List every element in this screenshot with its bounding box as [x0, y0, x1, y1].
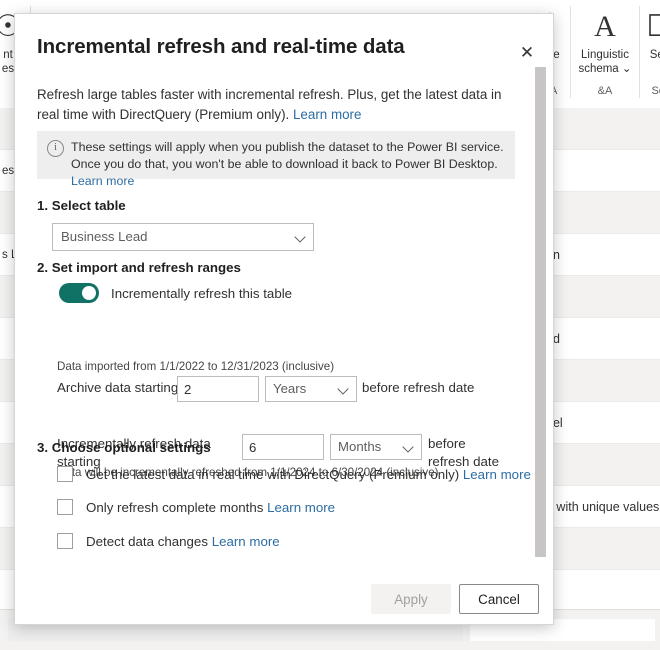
intro-learn-more-link[interactable]: Learn more — [293, 107, 361, 122]
archive-unit-dropdown[interactable]: Years — [265, 376, 357, 402]
archive-range-hint: Data imported from 1/1/2022 to 12/31/202… — [57, 360, 334, 373]
ribbon-group-sensitivity[interactable]: ☐ Sen Ser — [640, 6, 660, 98]
option-label-directquery: Get the latest data in real time with Di… — [86, 467, 531, 482]
checkbox-detect-data-changes[interactable] — [57, 533, 73, 549]
info-icon: i — [47, 140, 64, 157]
ribbon-linguistic-label: Linguistic — [571, 48, 639, 62]
table-select-dropdown[interactable]: Business Lead — [52, 223, 314, 251]
ribbon-qa-foot-2: &A — [571, 85, 639, 97]
dialog-body: Refresh large tables faster with increme… — [15, 72, 554, 573]
ribbon-sensitivity-label: Sen — [640, 48, 660, 62]
apply-button[interactable]: Apply — [371, 584, 451, 614]
info-banner: i These settings will apply when you pub… — [37, 131, 515, 179]
incremental-unit-value: Months — [338, 439, 381, 454]
dialog-intro: Refresh large tables faster with increme… — [37, 85, 505, 125]
incremental-refresh-dialog: Incremental refresh and real-time data ✕… — [14, 13, 554, 625]
option-row-detect-changes: Detect data changes Learn more — [57, 533, 280, 549]
close-icon[interactable]: ✕ — [513, 38, 541, 66]
dialog-title: Incremental refresh and real-time data — [37, 35, 405, 59]
archive-unit-value: Years — [273, 381, 306, 396]
option-row-complete-months: Only refresh complete months Learn more — [57, 499, 335, 515]
chevron-down-icon — [404, 444, 413, 453]
option-label-detect-changes: Detect data changes Learn more — [86, 534, 280, 549]
option-row-directquery: Get the latest data in real time with Di… — [57, 466, 531, 482]
chevron-down-icon — [339, 386, 348, 395]
dialog-footer: Apply Cancel — [15, 572, 554, 624]
directquery-learn-more-link[interactable]: Learn more — [463, 467, 531, 482]
archive-data-label: Archive data starting — [57, 380, 178, 395]
incrementally-refresh-toggle-label: Incrementally refresh this table — [111, 286, 292, 301]
option-label-complete-months: Only refresh complete months Learn more — [86, 500, 335, 515]
toggle-knob — [82, 286, 96, 300]
letter-a-icon: A — [571, 6, 639, 48]
checkbox-complete-months[interactable] — [57, 499, 73, 515]
incrementally-refresh-toggle[interactable] — [59, 283, 99, 303]
table-select-value: Business Lead — [61, 229, 148, 244]
info-banner-text: These settings will apply when you publi… — [71, 140, 504, 171]
option-text-detect-changes: Detect data changes — [86, 534, 208, 549]
chevron-down-icon — [296, 234, 305, 243]
ribbon-linguistic-label-2: schema ⌄ — [571, 62, 639, 76]
incremental-amount-input[interactable] — [242, 434, 324, 460]
checkbox-directquery[interactable] — [57, 466, 73, 482]
app-root: ☉ nt es ∣ age &A A Linguistic schema ⌄ &… — [0, 0, 660, 650]
dialog-intro-text: Refresh large tables faster with increme… — [37, 87, 501, 122]
option-text-complete-months: Only refresh complete months — [86, 500, 263, 515]
section-heading-select-table: 1. Select table — [37, 198, 126, 213]
banner-learn-more-link[interactable]: Learn more — [71, 174, 134, 188]
detect-changes-learn-more-link[interactable]: Learn more — [212, 534, 280, 549]
archive-amount-input[interactable] — [177, 376, 259, 402]
incremental-refresh-toggle-row: Incrementally refresh this table — [59, 283, 292, 303]
ribbon-sensitivity-foot: Ser — [640, 85, 660, 97]
ribbon-group-linguistic-schema[interactable]: A Linguistic schema ⌄ &A — [571, 6, 640, 98]
shield-icon: ☐ — [640, 6, 660, 48]
cancel-button[interactable]: Cancel — [459, 584, 539, 614]
option-text-directquery: Get the latest data in real time with Di… — [86, 467, 459, 482]
section-heading-refresh-ranges: 2. Set import and refresh ranges — [37, 260, 241, 275]
incremental-unit-dropdown[interactable]: Months — [330, 434, 422, 460]
table-cell-right: n with unique values — [546, 500, 659, 514]
complete-months-learn-more-link[interactable]: Learn more — [267, 500, 335, 515]
info-banner-text-wrap: These settings will apply when you publi… — [71, 139, 505, 190]
archive-suffix-label: before refresh date — [362, 380, 474, 395]
section-heading-optional-settings: 3. Choose optional settings — [37, 440, 211, 455]
